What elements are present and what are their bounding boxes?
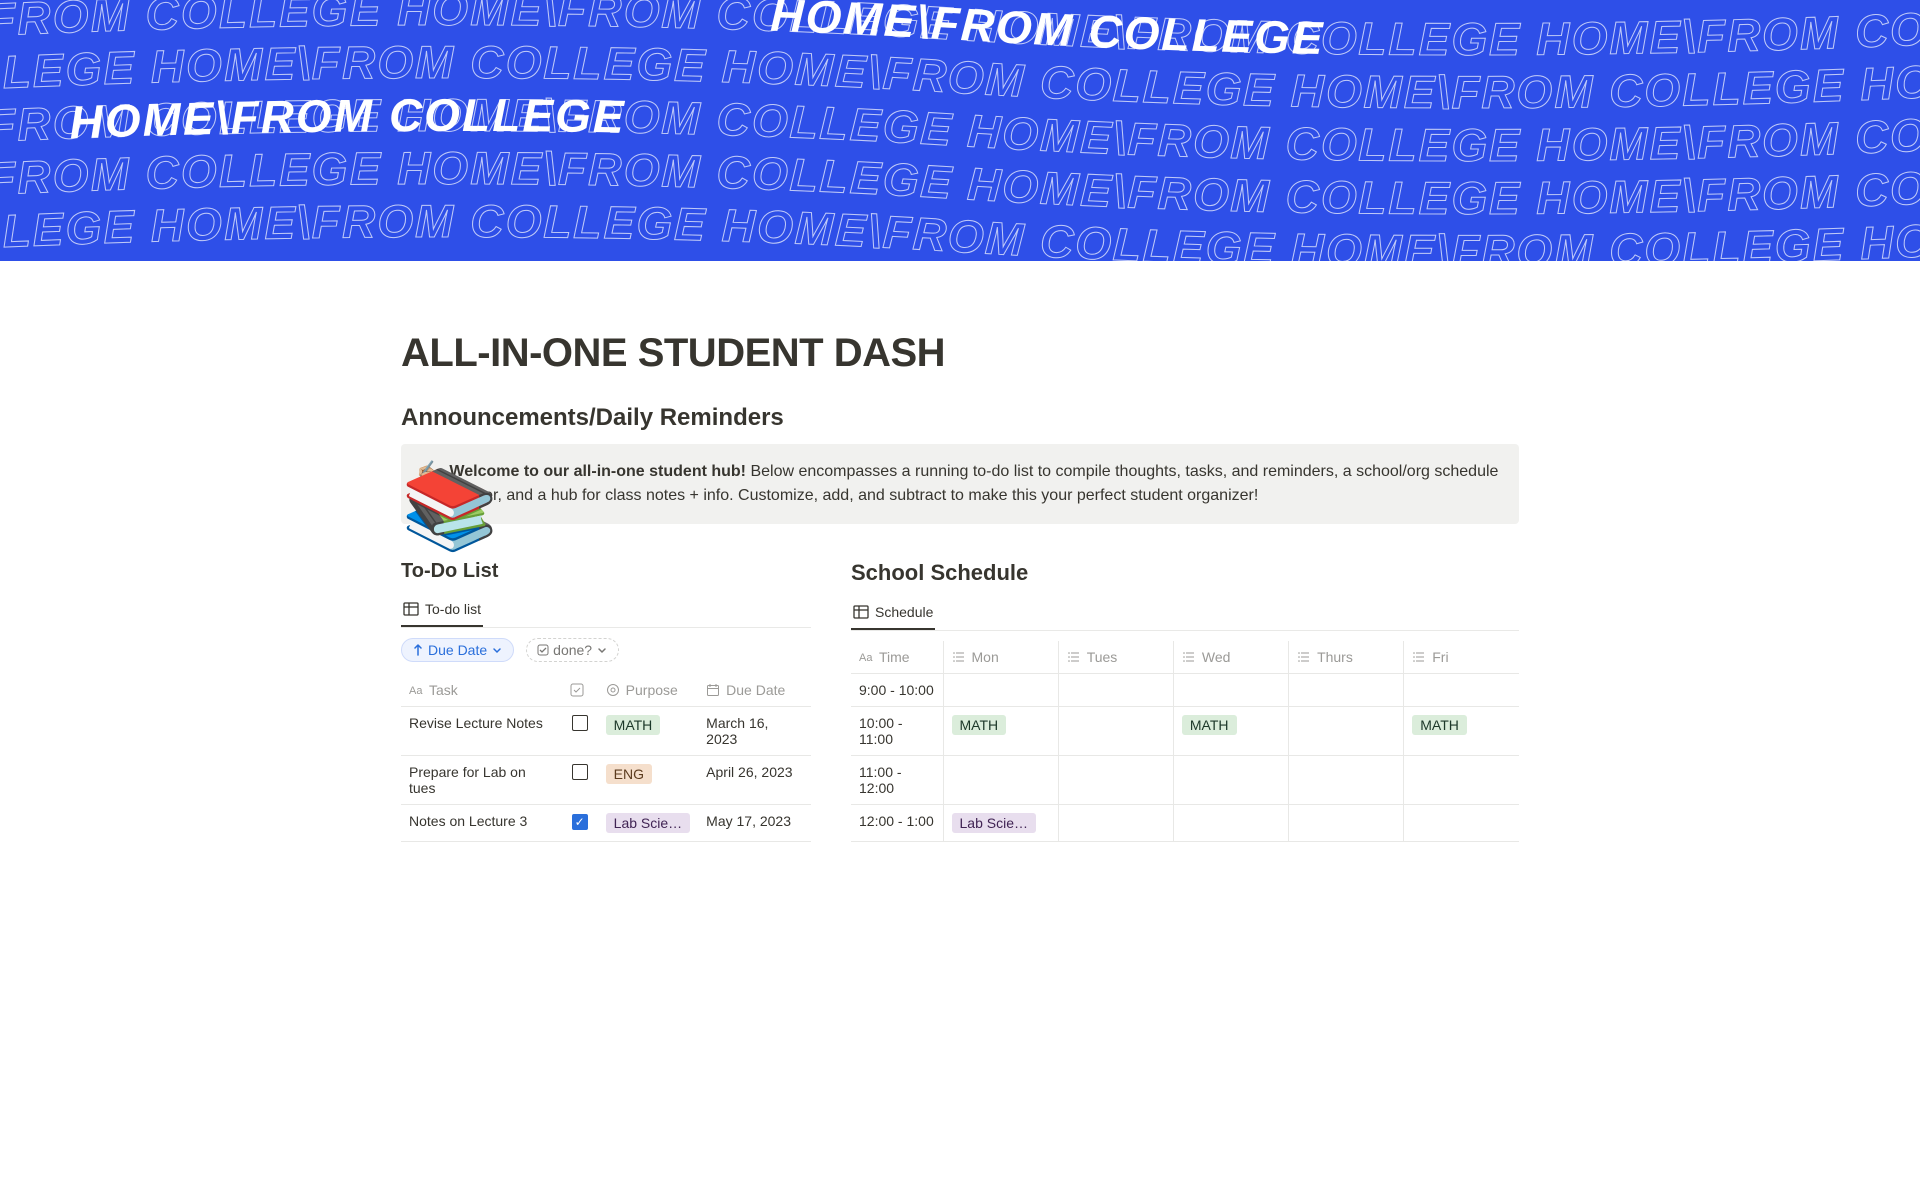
course-tag: Lab Scie…: [952, 813, 1036, 833]
purpose-cell[interactable]: MATH: [598, 707, 698, 756]
table-icon: [853, 604, 869, 620]
col-tues[interactable]: Tues: [1058, 641, 1173, 674]
wed-cell[interactable]: [1173, 805, 1288, 842]
welcome-callout[interactable]: ✍🏼 Welcome to our all-in-one student hub…: [401, 444, 1519, 524]
purpose-tag: ENG: [606, 764, 652, 784]
filter-done[interactable]: done?: [526, 638, 619, 662]
svg-text:HOME\FROM COLLEGE: HOME\FROM COLLEGE: [69, 89, 626, 148]
filter-label: Due Date: [428, 642, 487, 658]
purpose-cell[interactable]: ENG: [598, 756, 698, 805]
done-checkbox[interactable]: [572, 715, 588, 731]
wed-cell[interactable]: [1173, 756, 1288, 805]
table-row[interactable]: 11:00 - 12:00: [851, 756, 1519, 805]
tab-label: To-do list: [425, 601, 481, 617]
due-date-cell[interactable]: March 16, 2023: [698, 707, 811, 756]
fri-cell[interactable]: MATH: [1404, 707, 1519, 756]
tab-schedule[interactable]: Schedule: [851, 598, 935, 630]
cover-banner: ME\FROM COLLEGE HOME\FROM COLLEGE HOME\F…: [0, 0, 1920, 261]
tues-cell[interactable]: [1058, 805, 1173, 842]
time-cell[interactable]: 12:00 - 1:00: [851, 805, 943, 842]
thurs-cell[interactable]: [1289, 674, 1404, 707]
mon-cell[interactable]: Lab Scie…: [943, 805, 1058, 842]
table-row[interactable]: Prepare for Lab on tues ENG April 26, 2023: [401, 756, 811, 805]
chevron-down-icon: [491, 644, 503, 656]
col-thurs[interactable]: Thurs: [1289, 641, 1404, 674]
tues-cell[interactable]: [1058, 756, 1173, 805]
col-wed[interactable]: Wed: [1173, 641, 1288, 674]
tues-cell[interactable]: [1058, 707, 1173, 756]
col-mon[interactable]: Mon: [943, 641, 1058, 674]
list-icon: [1297, 650, 1311, 664]
schedule-heading[interactable]: School Schedule: [851, 560, 1519, 586]
tab-label: Schedule: [875, 604, 933, 620]
thurs-cell[interactable]: [1289, 707, 1404, 756]
list-icon: [1182, 650, 1196, 664]
done-checkbox[interactable]: [572, 814, 588, 830]
purpose-tag: MATH: [606, 715, 661, 735]
thurs-cell[interactable]: [1289, 805, 1404, 842]
arrow-up-icon: [412, 644, 424, 656]
todo-heading[interactable]: To-Do List: [401, 560, 811, 583]
page-icon[interactable]: 📚: [401, 464, 498, 556]
checkbox-icon: [537, 644, 549, 656]
wed-cell[interactable]: MATH: [1173, 707, 1288, 756]
filter-label: done?: [553, 642, 592, 658]
text-icon: Aa: [859, 650, 873, 664]
table-row[interactable]: Notes on Lecture 3 Lab Scie… May 17, 2023: [401, 805, 811, 842]
checkbox-icon: [570, 683, 584, 697]
list-icon: [952, 650, 966, 664]
fri-cell[interactable]: [1404, 674, 1519, 707]
time-cell[interactable]: 9:00 - 10:00: [851, 674, 943, 707]
announcements-heading[interactable]: Announcements/Daily Reminders: [401, 404, 1519, 432]
mon-cell[interactable]: [943, 756, 1058, 805]
tab-todo-list[interactable]: To-do list: [401, 595, 483, 627]
task-title[interactable]: Notes on Lecture 3: [401, 805, 562, 842]
filter-due-date[interactable]: Due Date: [401, 638, 514, 662]
course-tag: MATH: [952, 715, 1007, 735]
table-row[interactable]: Revise Lecture Notes MATH March 16, 2023: [401, 707, 811, 756]
purpose-cell[interactable]: Lab Scie…: [598, 805, 698, 842]
chevron-down-icon: [596, 644, 608, 656]
thurs-cell[interactable]: [1289, 756, 1404, 805]
todo-table: AaTask Purpose Due Date Revise Lecture N…: [401, 674, 811, 842]
table-row[interactable]: 12:00 - 1:00 Lab Scie…: [851, 805, 1519, 842]
course-tag: MATH: [1182, 715, 1237, 735]
course-tag: MATH: [1412, 715, 1467, 735]
target-icon: [606, 683, 620, 697]
svg-text:Aa: Aa: [859, 652, 873, 664]
fri-cell[interactable]: [1404, 756, 1519, 805]
done-checkbox[interactable]: [572, 764, 588, 780]
text-icon: Aa: [409, 683, 423, 697]
svg-text:Aa: Aa: [409, 685, 423, 697]
wed-cell[interactable]: [1173, 674, 1288, 707]
col-purpose[interactable]: Purpose: [598, 674, 698, 707]
col-due-date[interactable]: Due Date: [698, 674, 811, 707]
calendar-icon: [706, 683, 720, 697]
callout-text: Welcome to our all-in-one student hub! B…: [449, 460, 1503, 508]
due-date-cell[interactable]: May 17, 2023: [698, 805, 811, 842]
table-row[interactable]: 10:00 - 11:00 MATH MATH MATH: [851, 707, 1519, 756]
tues-cell[interactable]: [1058, 674, 1173, 707]
list-icon: [1067, 650, 1081, 664]
mon-cell[interactable]: MATH: [943, 707, 1058, 756]
list-icon: [1412, 650, 1426, 664]
mon-cell[interactable]: [943, 674, 1058, 707]
task-title[interactable]: Revise Lecture Notes: [401, 707, 562, 756]
due-date-cell[interactable]: April 26, 2023: [698, 756, 811, 805]
purpose-tag: Lab Scie…: [606, 813, 690, 833]
col-done[interactable]: [562, 674, 598, 707]
time-cell[interactable]: 11:00 - 12:00: [851, 756, 943, 805]
fri-cell[interactable]: [1404, 805, 1519, 842]
table-row[interactable]: 9:00 - 10:00: [851, 674, 1519, 707]
page-title[interactable]: ALL-IN-ONE STUDENT DASH: [401, 331, 1519, 376]
col-time[interactable]: AaTime: [851, 641, 943, 674]
time-cell[interactable]: 10:00 - 11:00: [851, 707, 943, 756]
table-icon: [403, 601, 419, 617]
col-task[interactable]: AaTask: [401, 674, 562, 707]
task-title[interactable]: Prepare for Lab on tues: [401, 756, 562, 805]
schedule-table: AaTime Mon Tues Wed Thurs Fri 9:00 - 10:…: [851, 641, 1519, 842]
col-fri[interactable]: Fri: [1404, 641, 1519, 674]
